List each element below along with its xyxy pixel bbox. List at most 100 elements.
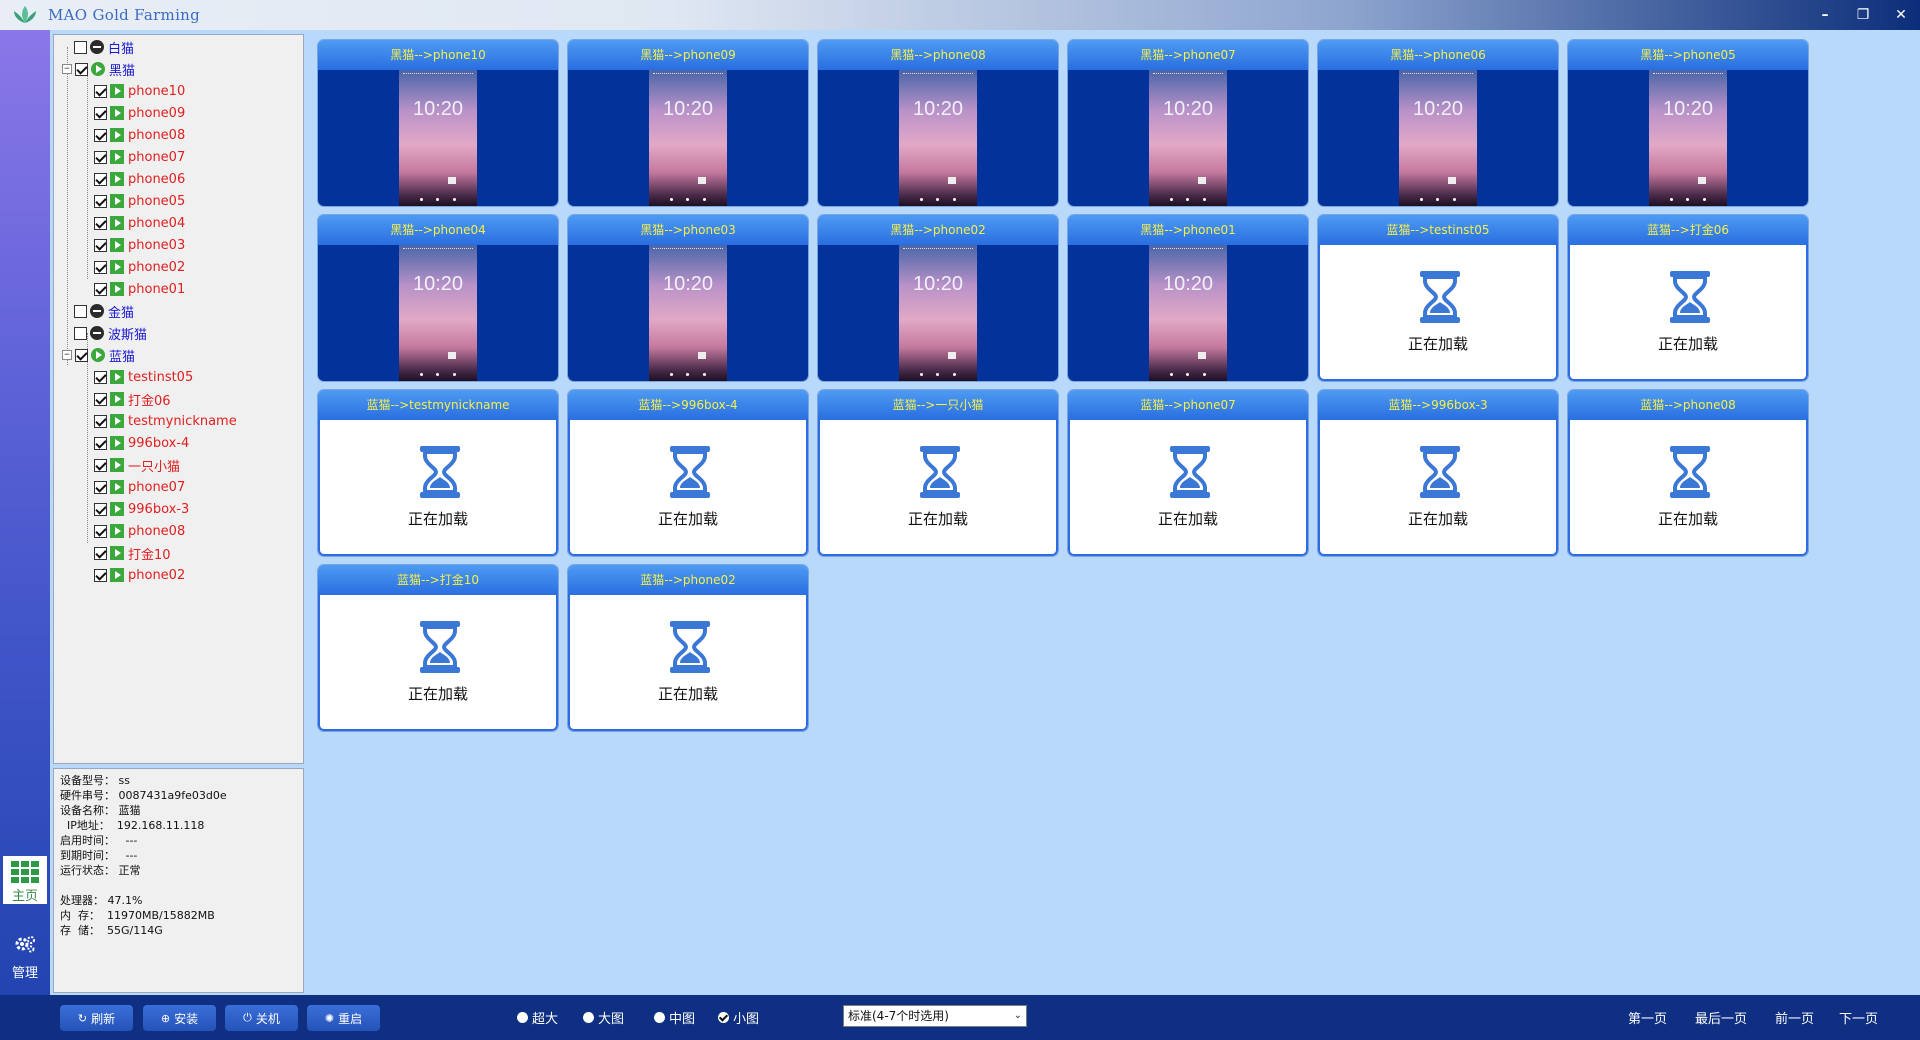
device-card[interactable]: 黑猫-->phone02 10:20 xyxy=(818,215,1058,381)
device-card[interactable]: 蓝猫-->打金10 正在加载 xyxy=(318,565,558,731)
device-checkbox[interactable] xyxy=(94,370,107,384)
tree-group[interactable]: − 蓝猫 xyxy=(62,344,135,366)
tree-device[interactable]: 一只小猫 xyxy=(94,454,180,476)
quality-select[interactable]: 标准(4-7个时选用) ⌄ xyxy=(843,1005,1027,1027)
tree-device[interactable]: 打金10 xyxy=(94,542,171,564)
device-card[interactable]: 黑猫-->phone01 10:20 xyxy=(1068,215,1308,381)
group-checkbox[interactable] xyxy=(75,348,88,362)
next-page-link[interactable]: 下一页 xyxy=(1839,1008,1878,1027)
tree-device[interactable]: phone04 xyxy=(94,212,185,234)
device-card[interactable]: 蓝猫-->一只小猫 正在加载 xyxy=(818,390,1058,556)
tree-device[interactable]: 打金06 xyxy=(94,388,171,410)
phone-screen-view[interactable]: 10:20 xyxy=(1068,70,1308,206)
last-page-link[interactable]: 最后一页 xyxy=(1695,1008,1747,1027)
tree-device[interactable]: phone08 xyxy=(94,124,185,146)
device-checkbox[interactable] xyxy=(94,502,107,516)
phone-screen-view[interactable]: 10:20 xyxy=(1568,70,1808,206)
device-checkbox[interactable] xyxy=(94,106,107,120)
phone-screen-view[interactable]: 10:20 xyxy=(818,245,1058,381)
device-checkbox[interactable] xyxy=(94,414,107,428)
tree-device[interactable]: phone03 xyxy=(94,234,185,256)
refresh-button[interactable]: ↻ 刷新 xyxy=(60,1005,133,1031)
close-button[interactable]: ✕ xyxy=(1890,7,1912,23)
device-checkbox[interactable] xyxy=(94,282,107,296)
tree-group[interactable]: 白猫 xyxy=(74,36,134,58)
tree-device[interactable]: phone07 xyxy=(94,476,185,498)
first-page-link[interactable]: 第一页 xyxy=(1628,1008,1667,1027)
tree-device[interactable]: 996box-4 xyxy=(94,432,189,454)
device-card[interactable]: 蓝猫-->phone08 正在加载 xyxy=(1568,390,1808,556)
phone-screen-view[interactable]: 10:20 xyxy=(568,245,808,381)
prev-page-link[interactable]: 前一页 xyxy=(1775,1008,1814,1027)
device-card[interactable]: 蓝猫-->testmynickname 正在加载 xyxy=(318,390,558,556)
nav-home[interactable]: 主页 xyxy=(3,856,47,904)
tree-device[interactable]: testmynickname xyxy=(94,410,237,432)
group-checkbox[interactable] xyxy=(75,62,88,76)
install-button[interactable]: ⊕ 安装 xyxy=(143,1005,216,1031)
collapse-icon[interactable]: − xyxy=(62,350,72,360)
device-card[interactable]: 黑猫-->phone07 10:20 xyxy=(1068,40,1308,206)
tree-device[interactable]: phone08 xyxy=(94,520,185,542)
tree-group[interactable]: − 黑猫 xyxy=(62,58,135,80)
device-checkbox[interactable] xyxy=(94,524,107,538)
nav-manage[interactable]: 管理 xyxy=(3,930,47,981)
tree-device[interactable]: phone05 xyxy=(94,190,185,212)
phone-screen-view[interactable]: 10:20 xyxy=(568,70,808,206)
group-checkbox[interactable] xyxy=(74,40,87,54)
group-checkbox[interactable] xyxy=(74,326,87,340)
device-checkbox[interactable] xyxy=(94,172,107,186)
tree-group[interactable]: 金猫 xyxy=(74,300,134,322)
shutdown-button[interactable]: ⏻ 关机 xyxy=(225,1005,298,1031)
device-card[interactable]: 蓝猫-->打金06 正在加载 xyxy=(1568,215,1808,381)
tree-device[interactable]: phone10 xyxy=(94,80,185,102)
group-checkbox[interactable] xyxy=(74,304,87,318)
device-checkbox[interactable] xyxy=(94,150,107,164)
device-checkbox[interactable] xyxy=(94,546,107,560)
device-card[interactable]: 黑猫-->phone03 10:20 xyxy=(568,215,808,381)
phone-screen-view[interactable]: 10:20 xyxy=(1318,70,1558,206)
device-card[interactable]: 蓝猫-->testinst05 正在加载 xyxy=(1318,215,1558,381)
tree-device[interactable]: phone01 xyxy=(94,278,185,300)
phone-screen-view[interactable]: 10:20 xyxy=(818,70,1058,206)
device-card[interactable]: 黑猫-->phone10 10:20 xyxy=(318,40,558,206)
device-checkbox[interactable] xyxy=(94,238,107,252)
device-checkbox[interactable] xyxy=(94,436,107,450)
restore-button[interactable]: ❐ xyxy=(1852,7,1874,23)
restart-button[interactable]: ✺ 重启 xyxy=(307,1005,380,1031)
collapse-icon[interactable]: − xyxy=(62,64,72,74)
device-checkbox[interactable] xyxy=(94,458,107,472)
device-checkbox[interactable] xyxy=(94,392,107,406)
device-checkbox[interactable] xyxy=(94,194,107,208)
size-option-large[interactable]: 大图 xyxy=(583,1008,624,1027)
device-card[interactable]: 蓝猫-->phone02 正在加载 xyxy=(568,565,808,731)
tree-device[interactable]: phone02 xyxy=(94,564,185,586)
device-card[interactable]: 蓝猫-->996box-4 正在加载 xyxy=(568,390,808,556)
phone-screen-view[interactable]: 10:20 xyxy=(318,70,558,206)
tree-device[interactable]: phone02 xyxy=(94,256,185,278)
phone-screen-view[interactable]: 10:20 xyxy=(1068,245,1308,381)
size-option-small[interactable]: 小图 xyxy=(718,1008,759,1027)
minimize-button[interactable]: – xyxy=(1814,7,1836,23)
device-checkbox[interactable] xyxy=(94,568,107,582)
size-option-medium[interactable]: 中图 xyxy=(654,1008,695,1027)
tree-device[interactable]: 996box-3 xyxy=(94,498,189,520)
device-card[interactable]: 蓝猫-->phone07 正在加载 xyxy=(1068,390,1308,556)
device-card[interactable]: 黑猫-->phone06 10:20 xyxy=(1318,40,1558,206)
tree-device[interactable]: testinst05 xyxy=(94,366,193,388)
device-card[interactable]: 黑猫-->phone08 10:20 xyxy=(818,40,1058,206)
device-checkbox[interactable] xyxy=(94,216,107,230)
size-option-xl[interactable]: 超大 xyxy=(517,1008,558,1027)
device-checkbox[interactable] xyxy=(94,128,107,142)
device-card[interactable]: 蓝猫-->996box-3 正在加载 xyxy=(1318,390,1558,556)
phone-screen-view[interactable]: 10:20 xyxy=(318,245,558,381)
device-checkbox[interactable] xyxy=(94,84,107,98)
device-card[interactable]: 黑猫-->phone09 10:20 xyxy=(568,40,808,206)
tree-device[interactable]: phone07 xyxy=(94,146,185,168)
tree-group[interactable]: 波斯猫 xyxy=(74,322,147,344)
device-card[interactable]: 黑猫-->phone04 10:20 xyxy=(318,215,558,381)
device-checkbox[interactable] xyxy=(94,260,107,274)
tree-device[interactable]: phone09 xyxy=(94,102,185,124)
tree-device[interactable]: phone06 xyxy=(94,168,185,190)
device-card[interactable]: 黑猫-->phone05 10:20 xyxy=(1568,40,1808,206)
device-checkbox[interactable] xyxy=(94,480,107,494)
